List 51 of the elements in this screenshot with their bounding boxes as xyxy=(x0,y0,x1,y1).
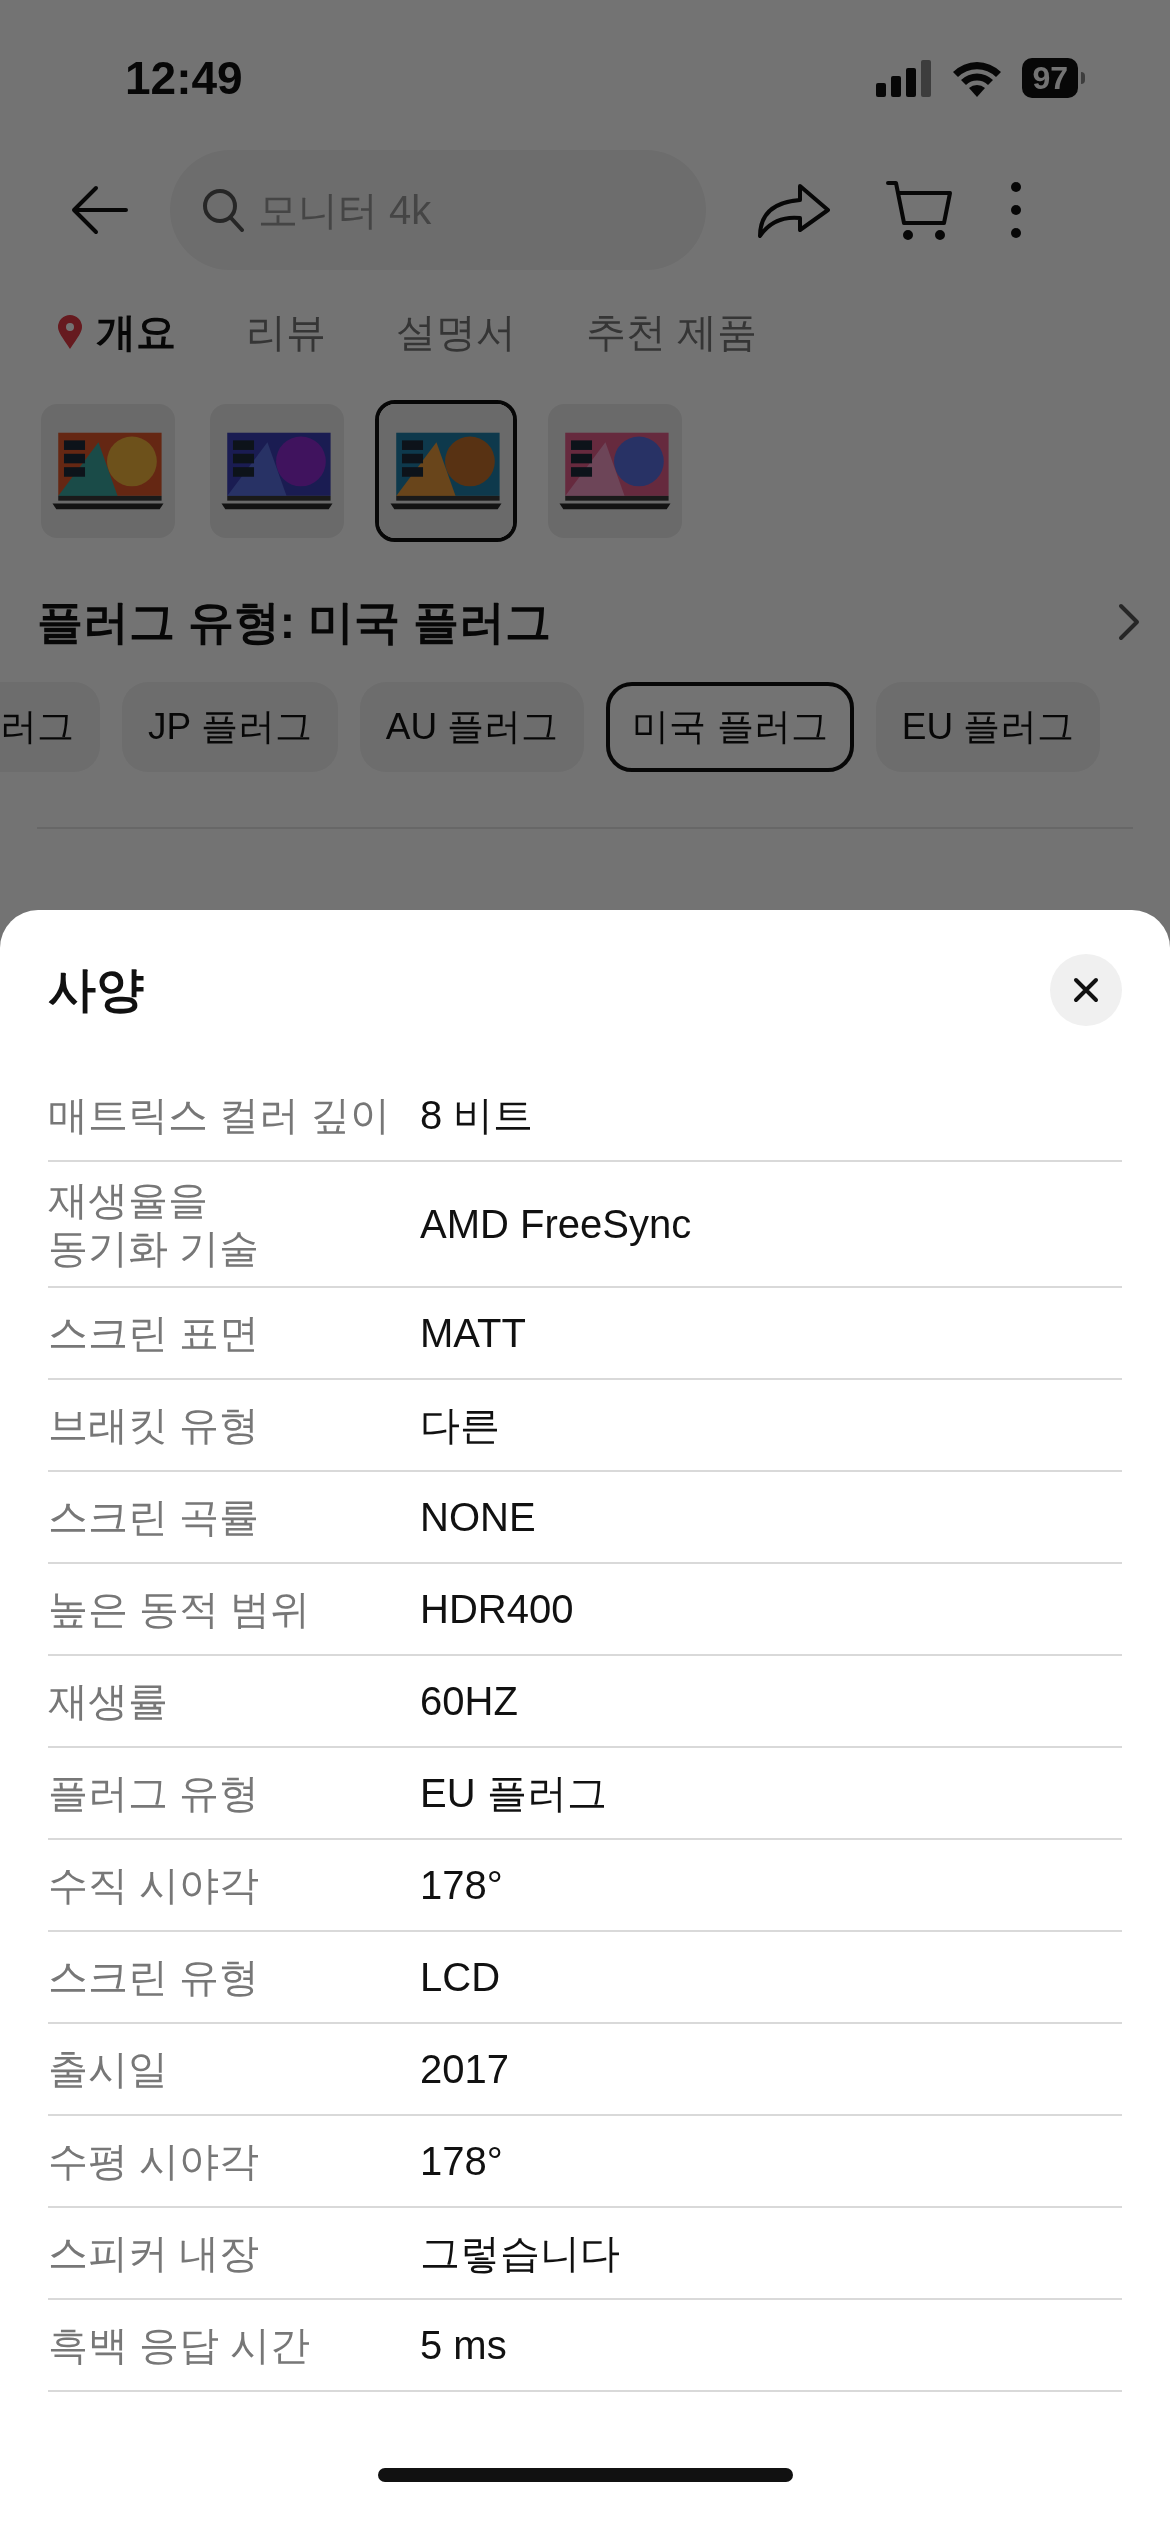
spec-value: 다른 xyxy=(420,1402,500,1449)
option-title: 플러그 유형: 미국 플러그 xyxy=(37,594,551,650)
spec-label: 스크린 유형 xyxy=(48,1954,261,2001)
spec-label: 스크린 표면 xyxy=(48,1310,261,1357)
spec-label: 브래킷 유형 xyxy=(48,1402,261,1449)
status-time: 12:49 xyxy=(125,50,243,106)
spec-value: 그렇습니다 xyxy=(420,2230,620,2277)
option-chip[interactable]: AU 플러그 xyxy=(359,682,585,772)
tab[interactable]: 개요 xyxy=(58,302,176,362)
spec-value: 178° xyxy=(420,1862,503,1909)
spec-label: 출시일 xyxy=(48,2046,169,2093)
share-icon[interactable] xyxy=(756,182,830,238)
spec-value: 5 ms xyxy=(420,2322,507,2369)
spec-value: LCD xyxy=(420,1954,501,2001)
spec-value: MATT xyxy=(420,1310,526,1357)
spec-value: 60HZ xyxy=(420,1678,518,1725)
option-chip[interactable]: EU 플러그 xyxy=(875,682,1101,772)
spec-value: NONE xyxy=(420,1494,536,1541)
spec-label: 플러그 유형 xyxy=(48,1770,261,1817)
wifi-icon xyxy=(952,59,1003,97)
chevron-right-icon[interactable] xyxy=(1118,603,1140,641)
signal-icon xyxy=(876,59,933,97)
spec-value: 2017 xyxy=(420,2046,509,2093)
option-chip[interactable]: 러그 xyxy=(0,682,100,772)
cart-icon[interactable] xyxy=(886,179,954,241)
option-chip[interactable]: JP 플러그 xyxy=(122,682,338,772)
search-icon xyxy=(202,188,244,232)
spec-value: EU 플러그 xyxy=(420,1770,607,1817)
location-pin-icon xyxy=(58,315,82,349)
tab[interactable]: 설명서 xyxy=(396,302,516,362)
tab[interactable]: 리뷰 xyxy=(246,302,326,362)
spec-label: 재생율을 동기화 기술 xyxy=(48,1177,261,1272)
spec-value: AMD FreeSync xyxy=(420,1201,692,1248)
spec-label: 재생률 xyxy=(48,1678,169,1725)
battery-level: 97 xyxy=(1022,58,1078,98)
spec-label: 스크린 곡률 xyxy=(48,1494,261,1541)
spec-value: 178° xyxy=(420,2138,503,2185)
spec-label: 스피커 내장 xyxy=(48,2230,261,2277)
spec-label: 흑백 응답 시간 xyxy=(48,2322,312,2369)
spec-label: 매트릭스 컬러 깊이 xyxy=(48,1092,392,1139)
back-icon[interactable] xyxy=(70,184,130,236)
spec-label: 높은 동적 범위 xyxy=(48,1586,312,1633)
spec-value: HDR400 xyxy=(420,1586,574,1633)
spec-label: 수평 시야각 xyxy=(48,2138,261,2185)
spec-value: 8 비트 xyxy=(420,1092,534,1139)
option-chip[interactable]: 미국 플러그 xyxy=(606,682,854,772)
sheet-title: 사양 xyxy=(48,962,144,1018)
more-icon[interactable] xyxy=(1010,181,1022,239)
close-icon xyxy=(1073,977,1099,1003)
spec-label: 수직 시야각 xyxy=(48,1862,261,1909)
tab[interactable]: 추천 제품 xyxy=(586,302,758,362)
